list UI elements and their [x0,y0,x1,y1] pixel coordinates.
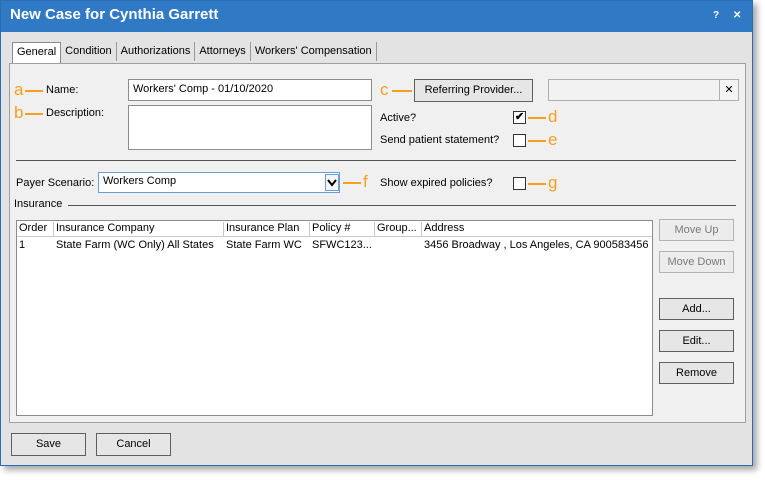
tab-authorizations[interactable]: Authorizations [117,42,196,61]
annotation-d-line [528,117,546,119]
annotation-e-line [528,140,546,142]
column-header-policy[interactable]: Policy # [310,222,375,236]
insurance-section-label: Insurance [14,198,63,210]
annotation-b: b [14,103,24,122]
divider [16,160,736,161]
annotation-c: c [380,80,389,99]
cell-insurance-company: State Farm (WC Only) All States [56,239,214,251]
send-statement-checkbox[interactable] [513,134,526,147]
chevron-down-icon [327,179,337,187]
annotation-a-line [25,90,43,92]
annotation-b-line [25,113,43,115]
grid-header: Order Insurance Company Insurance Plan P… [17,221,652,237]
tab-general[interactable]: General [12,42,62,63]
column-header-insurance-plan[interactable]: Insurance Plan [224,222,310,236]
cell-policy: SFWC123... [312,239,372,251]
cancel-button[interactable]: Cancel [96,433,171,456]
annotation-e: e [548,130,558,149]
annotation-c-line [392,90,412,92]
payer-dropdown-button[interactable] [325,174,339,191]
payer-scenario-select[interactable]: Workers Comp [98,172,340,193]
add-button[interactable]: Add... [659,298,734,320]
insurance-grid[interactable]: Order Insurance Company Insurance Plan P… [16,220,653,416]
help-icon[interactable]: ? [713,10,719,21]
column-header-insurance-company[interactable]: Insurance Company [54,222,224,236]
annotation-g-line [528,183,546,185]
tab-workers-compensation[interactable]: Workers' Compensation [251,42,377,61]
title-bar: New Case for Cynthia Garrett ? ✕ [1,1,752,32]
clear-provider-icon[interactable]: ✕ [719,79,739,101]
description-label: Description: [46,107,105,119]
tab-condition[interactable]: Condition [61,42,117,61]
annotation-a: a [14,80,24,99]
cell-order: 1 [19,239,26,251]
show-expired-checkbox[interactable] [513,177,526,190]
annotation-f: f [363,172,368,191]
edit-button[interactable]: Edit... [659,330,734,352]
referring-provider-field[interactable] [548,79,720,101]
column-header-order[interactable]: Order [17,222,54,236]
show-expired-label: Show expired policies? [380,177,493,189]
tab-attorneys[interactable]: Attorneys [195,42,251,61]
tab-strip: General Condition Authorizations Attorne… [12,42,377,63]
send-statement-label: Send patient statement? [380,134,500,146]
referring-provider-button[interactable]: Referring Provider... [414,79,533,102]
save-button[interactable]: Save [11,433,86,456]
move-up-button[interactable]: Move Up [659,219,734,241]
move-down-button[interactable]: Move Down [659,251,734,273]
annotation-f-line [343,182,361,184]
insurance-divider [68,205,736,206]
column-header-address[interactable]: Address [422,222,652,236]
description-input[interactable] [128,105,372,150]
annotation-g: g [548,173,558,192]
payer-scenario-label: Payer Scenario: [16,177,95,189]
name-input[interactable]: Workers' Comp - 01/10/2020 [128,79,372,101]
cell-address: 3456 Broadway , Los Angeles, CA 90058345… [424,239,649,251]
remove-button[interactable]: Remove [659,362,734,384]
cell-insurance-plan: State Farm WC [226,239,302,251]
active-label: Active? [380,112,417,124]
dialog-title: New Case for Cynthia Garrett [10,6,219,23]
name-label: Name: [46,84,79,96]
annotation-d: d [548,107,558,126]
column-header-group[interactable]: Group... [375,222,422,236]
new-case-dialog: New Case for Cynthia Garrett ? ✕ General… [0,0,753,466]
general-panel: a Name: Workers' Comp - 01/10/2020 b Des… [9,63,746,423]
active-checkbox[interactable]: ✔ [513,111,526,124]
close-icon[interactable]: ✕ [733,10,741,21]
